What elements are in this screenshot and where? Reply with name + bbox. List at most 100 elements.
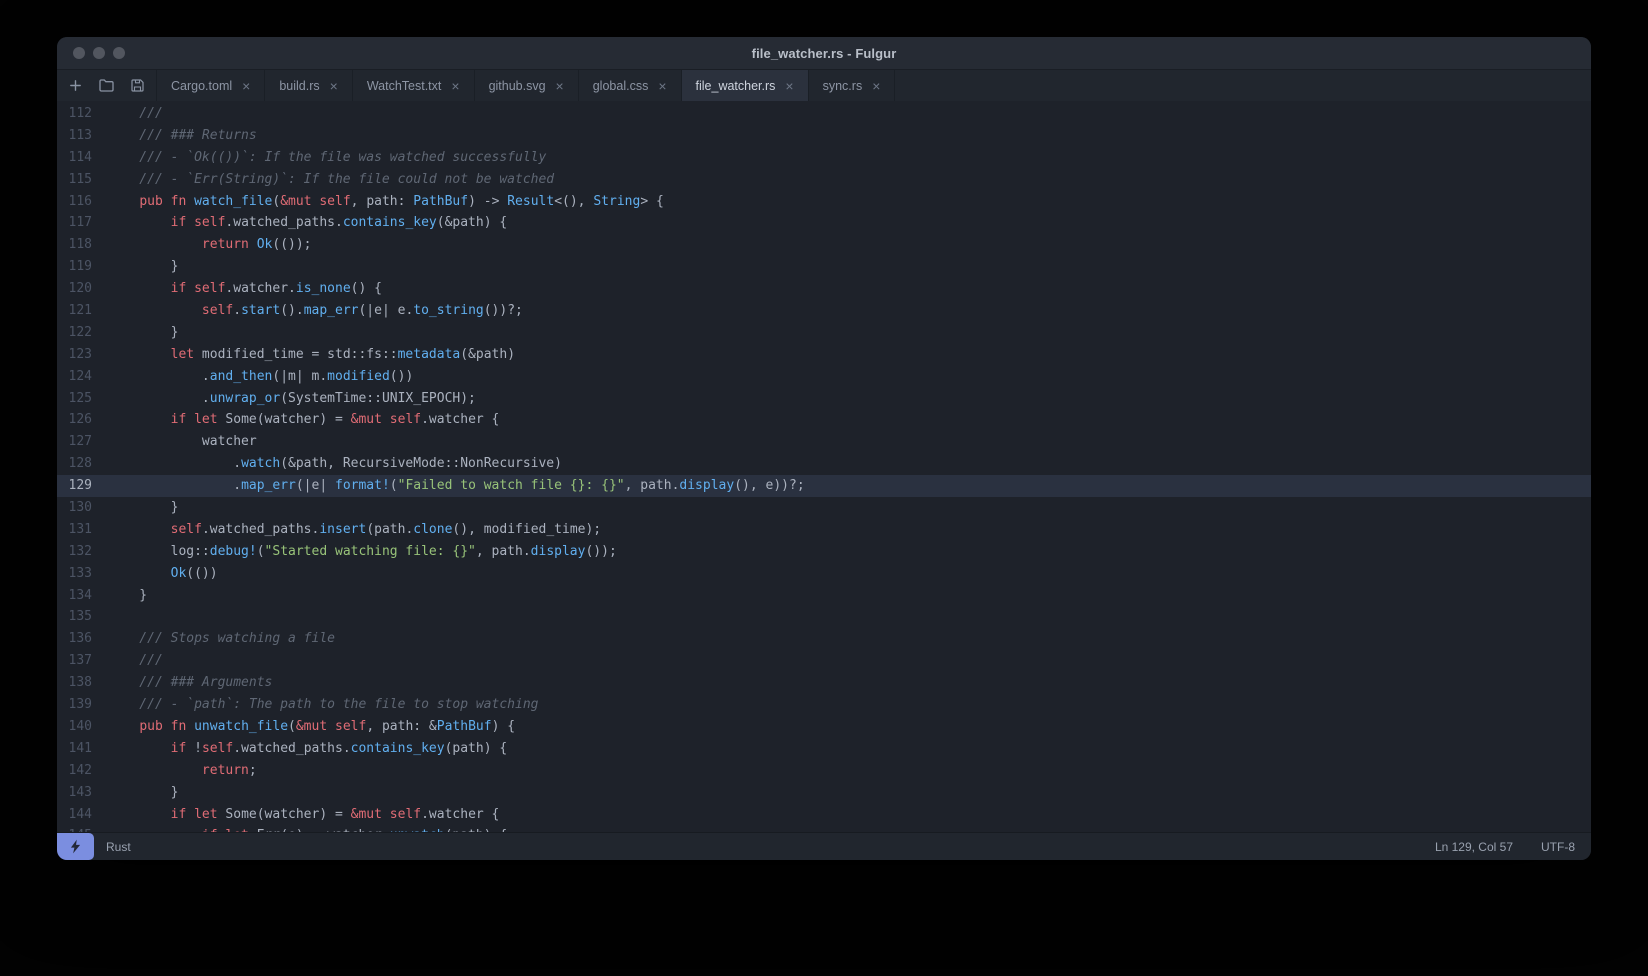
code-line-117[interactable]: 117 if self.watched_paths.contains_key(&…	[57, 212, 1591, 234]
code-text: .unwrap_or(SystemTime::UNIX_EPOCH);	[108, 390, 476, 406]
tab-close-icon[interactable]: ×	[872, 79, 880, 93]
code-line-118[interactable]: 118 return Ok(());	[57, 234, 1591, 256]
code-line-120[interactable]: 120 if self.watcher.is_none() {	[57, 278, 1591, 300]
code-area[interactable]: 112 ///113 /// ### Returns 114 /// - `Ok(…	[57, 101, 1591, 832]
code-line-124[interactable]: 124 .and_then(|m| m.modified())	[57, 366, 1591, 388]
tab-sync-rs[interactable]: sync.rs ×	[809, 70, 896, 101]
code-line-116[interactable]: 116 pub fn watch_file(&mut self, path: P…	[57, 191, 1591, 213]
status-accent-button[interactable]	[57, 833, 94, 860]
window-title: file_watcher.rs - Fulgur	[751, 45, 897, 61]
line-number: 120	[68, 281, 92, 297]
traffic-light-minimize[interactable]	[93, 47, 105, 59]
code-line-112[interactable]: 112 ///	[57, 103, 1591, 125]
line-number: 113	[68, 127, 92, 143]
plus-icon	[69, 79, 82, 92]
code-line-130[interactable]: 130 }	[57, 497, 1591, 519]
code-line-140[interactable]: 140 pub fn unwatch_file(&mut self, path:…	[57, 716, 1591, 738]
tab-close-icon[interactable]: ×	[330, 79, 338, 93]
code-text: if self.watched_paths.contains_key(&path…	[170, 215, 508, 231]
code-line-141[interactable]: 141 if !self.watched_paths.contains_key(…	[57, 738, 1591, 760]
line-number: 122	[68, 324, 92, 340]
code-line-115[interactable]: 115 /// - `Err(String)`: If the file cou…	[57, 169, 1591, 191]
line-number: 135	[68, 609, 92, 625]
tab-label: sync.rs	[822, 78, 863, 93]
line-number: 138	[68, 675, 92, 691]
code-line-114[interactable]: 114 /// - `Ok(())`: If the file was watc…	[57, 147, 1591, 169]
code-text: let modified_time = std::fs::metadata(&p…	[170, 346, 516, 362]
tab-close-icon[interactable]: ×	[451, 79, 459, 93]
code-line-142[interactable]: 142 return;	[57, 760, 1591, 782]
line-number: 125	[68, 390, 92, 406]
tab-build-rs[interactable]: build.rs ×	[265, 70, 353, 101]
code-text: }	[108, 784, 179, 800]
line-number: 127	[68, 434, 92, 450]
code-text: if let Err(e) = watcher.unwatch(path) {	[92, 825, 507, 832]
status-right-group: Ln 129, Col 57 UTF-8	[1435, 840, 1575, 854]
code-line-132[interactable]: 132 log::debug!("Started watching file: …	[57, 541, 1591, 563]
code-line-126[interactable]: 126 if let Some(watcher) = &mut self.wat…	[57, 409, 1591, 431]
code-line-129[interactable]: 129 .map_err(|e| format!("Failed to watc…	[57, 475, 1591, 498]
tab-watchtest-txt[interactable]: WatchTest.txt ×	[353, 70, 475, 101]
traffic-light-zoom[interactable]	[113, 47, 125, 59]
line-number: 132	[68, 543, 92, 559]
code-line-134[interactable]: 134 }	[57, 585, 1591, 607]
status-encoding[interactable]: UTF-8	[1541, 840, 1575, 854]
line-number: 119	[68, 259, 92, 275]
tab-close-icon[interactable]: ×	[658, 79, 666, 93]
code-line-138[interactable]: 138 /// ### Arguments	[57, 672, 1591, 694]
code-text: }	[108, 587, 148, 603]
code-text: /// - `path`: The path to the file to st…	[108, 697, 539, 713]
code-line-136[interactable]: 136 /// Stops watching a file	[57, 628, 1591, 650]
status-cursor-position[interactable]: Ln 129, Col 57	[1435, 840, 1513, 854]
code-text: if let Some(watcher) = &mut self.watcher…	[170, 412, 500, 428]
code-line-139[interactable]: 139 /// - `path`: The path to the file t…	[57, 694, 1591, 716]
tab-close-icon[interactable]: ×	[785, 79, 793, 93]
tab-global-css[interactable]: global.css ×	[579, 70, 682, 101]
code-text: /// - `Err(String)`: If the file could n…	[108, 171, 555, 187]
code-line-121[interactable]: 121 self.start().map_err(|e| e.to_string…	[57, 300, 1591, 322]
code-line-144[interactable]: 144 if let Some(watcher) = &mut self.wat…	[57, 804, 1591, 826]
line-number: 123	[68, 346, 92, 362]
line-number: 130	[68, 500, 92, 516]
code-text: if let Some(watcher) = &mut self.watcher…	[170, 806, 500, 822]
code-line-145[interactable]: 145 if let Err(e) = watcher.unwatch(path…	[57, 825, 1591, 832]
tab-cargo-toml[interactable]: Cargo.toml ×	[157, 70, 266, 101]
code-line-137[interactable]: 137 ///	[57, 650, 1591, 672]
code-text: return Ok(());	[201, 237, 312, 253]
tab-file-watcher-rs[interactable]: file_watcher.rs ×	[681, 70, 809, 101]
tab-close-icon[interactable]: ×	[242, 79, 250, 93]
code-line-128[interactable]: 128 .watch(&path, RecursiveMode::NonRecu…	[57, 453, 1591, 475]
line-number: 141	[68, 740, 92, 756]
line-number: 133	[68, 565, 92, 581]
traffic-light-close[interactable]	[73, 47, 85, 59]
code-text: self.watched_paths.insert(path.clone(), …	[170, 521, 602, 537]
floppy-icon	[131, 79, 144, 92]
code-text: }	[108, 500, 179, 516]
tab-bar: Cargo.toml × build.rs × WatchTest.txt × github…	[57, 70, 1591, 101]
code-line-131[interactable]: 131 self.watched_paths.insert(path.clone…	[57, 519, 1591, 541]
new-file-button[interactable]	[60, 70, 91, 101]
code-text: ///	[108, 653, 163, 669]
code-line-119[interactable]: 119 }	[57, 256, 1591, 278]
line-number: 131	[68, 521, 92, 537]
code-line-127[interactable]: 127 watcher	[57, 431, 1591, 453]
code-line-125[interactable]: 125 .unwrap_or(SystemTime::UNIX_EPOCH);	[57, 388, 1591, 410]
code-line-133[interactable]: 133 Ok(())	[57, 563, 1591, 585]
editor-window: file_watcher.rs - Fulgur Cargo.toml × buil…	[57, 37, 1591, 860]
line-number: 129	[68, 478, 92, 494]
code-text: /// ### Returns	[108, 127, 257, 143]
open-folder-button[interactable]	[91, 70, 122, 101]
code-line-122[interactable]: 122 }	[57, 322, 1591, 344]
status-language[interactable]: Rust	[106, 840, 131, 854]
save-file-button[interactable]	[122, 70, 153, 101]
line-number: 144	[68, 806, 92, 822]
code-line-113[interactable]: 113 /// ### Returns	[57, 125, 1591, 147]
line-number: 145	[57, 825, 92, 832]
tab-github-svg[interactable]: github.svg ×	[475, 70, 579, 101]
line-number: 142	[68, 762, 92, 778]
code-line-123[interactable]: 123 let modified_time = std::fs::metadat…	[57, 344, 1591, 366]
code-line-143[interactable]: 143 }	[57, 782, 1591, 804]
code-line-135[interactable]: 135	[57, 606, 1591, 628]
tab-close-icon[interactable]: ×	[556, 79, 564, 93]
